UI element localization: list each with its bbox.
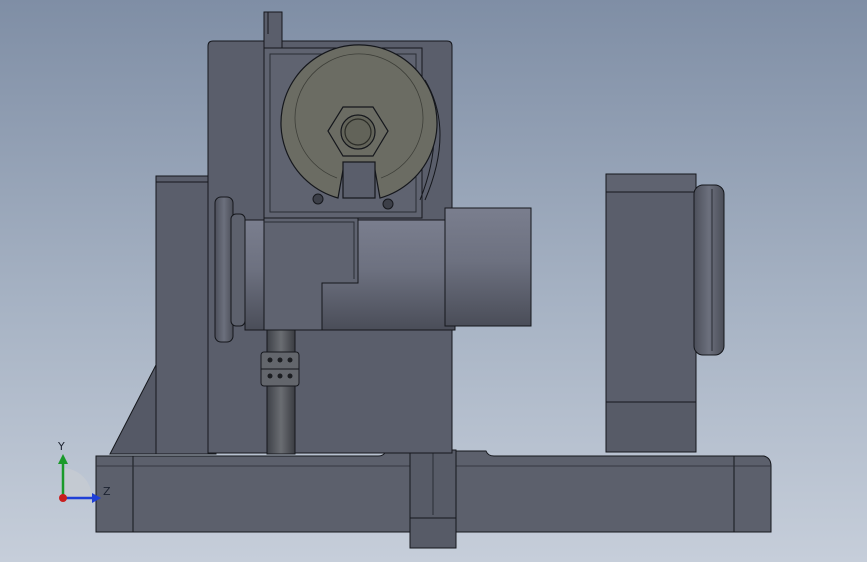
graphics-viewport[interactable]: Y Z: [0, 0, 867, 562]
left-support-block[interactable]: [155, 175, 217, 455]
orientation-triad[interactable]: Y Z: [50, 440, 120, 510]
vertical-rod[interactable]: [260, 329, 300, 455]
z-axis-label: Z: [103, 485, 111, 498]
y-axis-label: Y: [58, 440, 65, 453]
left-shaft-flange[interactable]: [214, 196, 246, 343]
model-view[interactable]: [0, 0, 867, 562]
top-tab[interactable]: [263, 11, 283, 49]
right-support-block[interactable]: [605, 173, 697, 453]
right-bearing-cap[interactable]: [693, 184, 725, 356]
center-boss[interactable]: [409, 449, 457, 549]
